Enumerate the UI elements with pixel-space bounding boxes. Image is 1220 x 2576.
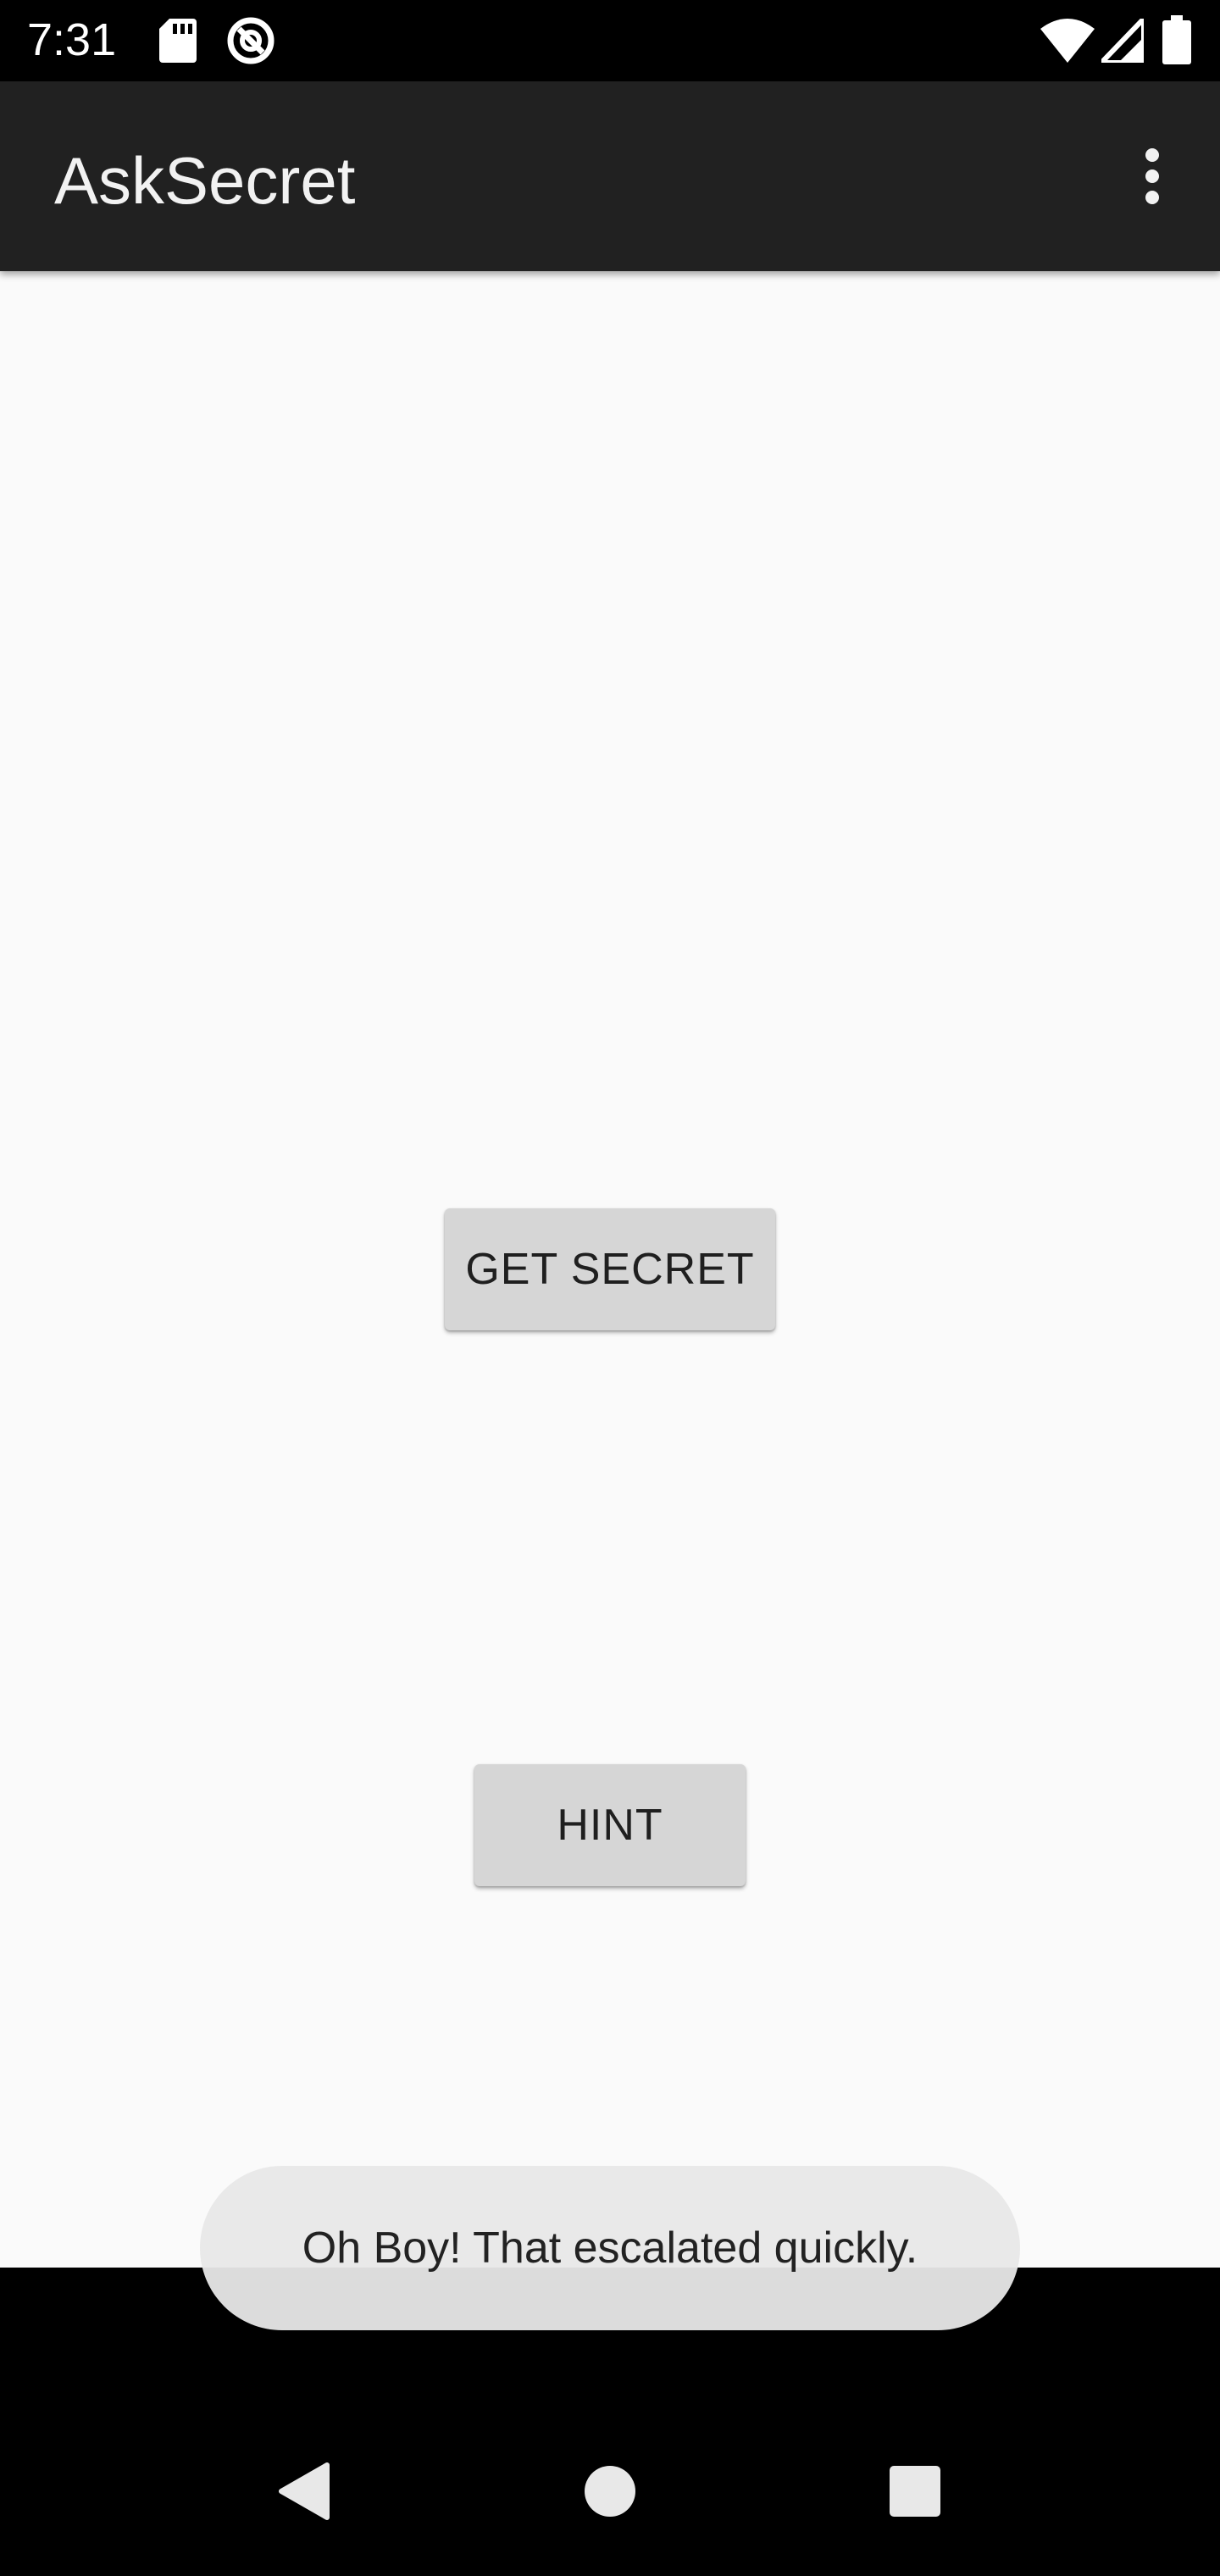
get-secret-button[interactable]: GET SECRET xyxy=(445,1208,775,1330)
home-icon xyxy=(585,2466,635,2517)
status-bar: 7:31 xyxy=(0,0,1220,81)
more-vert-icon xyxy=(1145,148,1159,204)
main-content: GET SECRET HINT xyxy=(0,271,1220,2268)
battery-icon xyxy=(1162,15,1191,64)
nav-home-button[interactable] xyxy=(559,2440,661,2542)
wifi-icon xyxy=(1040,19,1095,63)
phone-screen: 7:31 AskSecret GET SECRET HINT Oh Boy! T… xyxy=(0,0,1220,2576)
cellular-icon xyxy=(1101,19,1144,63)
toast-message: Oh Boy! That escalated quickly. xyxy=(200,2166,1020,2330)
toast-text: Oh Boy! That escalated quickly. xyxy=(302,2223,918,2273)
back-icon xyxy=(279,2462,330,2520)
status-time: 7:31 xyxy=(27,14,117,65)
app-bar: AskSecret xyxy=(0,81,1220,271)
nav-back-button[interactable] xyxy=(252,2440,354,2542)
recents-icon xyxy=(890,2466,940,2517)
hint-button[interactable]: HINT xyxy=(474,1764,746,1886)
app-title: AskSecret xyxy=(54,143,356,218)
overflow-menu-button[interactable] xyxy=(1105,129,1200,224)
data-saver-icon xyxy=(227,17,274,64)
sd-card-icon xyxy=(159,19,197,63)
nav-recents-button[interactable] xyxy=(864,2440,966,2542)
